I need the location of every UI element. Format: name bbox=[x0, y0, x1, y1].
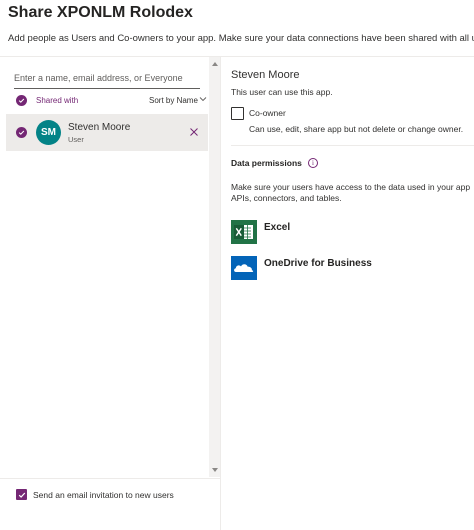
connector-onedrive: OneDrive for Business bbox=[231, 256, 474, 280]
data-permissions-title: Data permissions bbox=[231, 158, 302, 168]
page-subtitle: Add people as Users and Co-owners to you… bbox=[8, 33, 474, 44]
connector-name: Excel bbox=[264, 222, 291, 233]
info-icon[interactable]: i bbox=[308, 158, 318, 168]
user-row[interactable]: SM Steven Moore User bbox=[6, 114, 208, 151]
invite-label: Send an email invitation to new users bbox=[33, 490, 174, 500]
user-name: Steven Moore bbox=[68, 122, 131, 133]
right-divider bbox=[231, 145, 474, 146]
scroll-up-arrow-icon[interactable] bbox=[209, 59, 220, 69]
coowner-description: Can use, edit, share app but not delete … bbox=[249, 124, 464, 134]
left-bottom-divider bbox=[0, 478, 220, 479]
excel-icon bbox=[231, 220, 257, 244]
connector-name: OneDrive for Business bbox=[264, 258, 372, 269]
connector-excel: Excel bbox=[231, 220, 474, 244]
user-status-text: This user can use this app. bbox=[231, 87, 333, 97]
check-circle-icon bbox=[16, 95, 27, 106]
permissions-desc-line-2: APIs, connectors, and tables. bbox=[231, 193, 342, 203]
check-circle-icon[interactable] bbox=[16, 127, 27, 138]
data-permissions-description: Make sure your users have access to the … bbox=[231, 182, 474, 204]
selected-user-name: Steven Moore bbox=[231, 69, 300, 81]
panel-divider bbox=[220, 57, 221, 530]
permissions-desc-line-1: Make sure your users have access to the … bbox=[231, 182, 471, 192]
left-scrollbar[interactable] bbox=[209, 57, 220, 477]
email-invite-option[interactable]: Send an email invitation to new users bbox=[16, 489, 216, 501]
avatar: SM bbox=[36, 120, 61, 145]
shared-with-label: Shared with bbox=[36, 96, 79, 105]
user-role: User bbox=[68, 135, 84, 144]
chevron-down-icon[interactable] bbox=[199, 94, 207, 106]
sort-by-name-dropdown[interactable]: Sort by Name bbox=[149, 96, 198, 105]
close-icon[interactable] bbox=[187, 125, 201, 139]
onedrive-icon bbox=[231, 256, 257, 280]
shared-with-header: Shared with Sort by Name bbox=[14, 94, 210, 108]
people-search-input[interactable] bbox=[14, 70, 200, 89]
invite-checkbox[interactable] bbox=[16, 489, 27, 500]
coowner-label: Co-owner bbox=[249, 108, 286, 118]
scroll-down-arrow-icon[interactable] bbox=[209, 465, 220, 475]
share-dialog: Share XPONLM Rolodex Add people as Users… bbox=[0, 0, 474, 530]
coowner-checkbox[interactable] bbox=[231, 107, 244, 120]
page-title: Share XPONLM Rolodex bbox=[8, 4, 193, 21]
